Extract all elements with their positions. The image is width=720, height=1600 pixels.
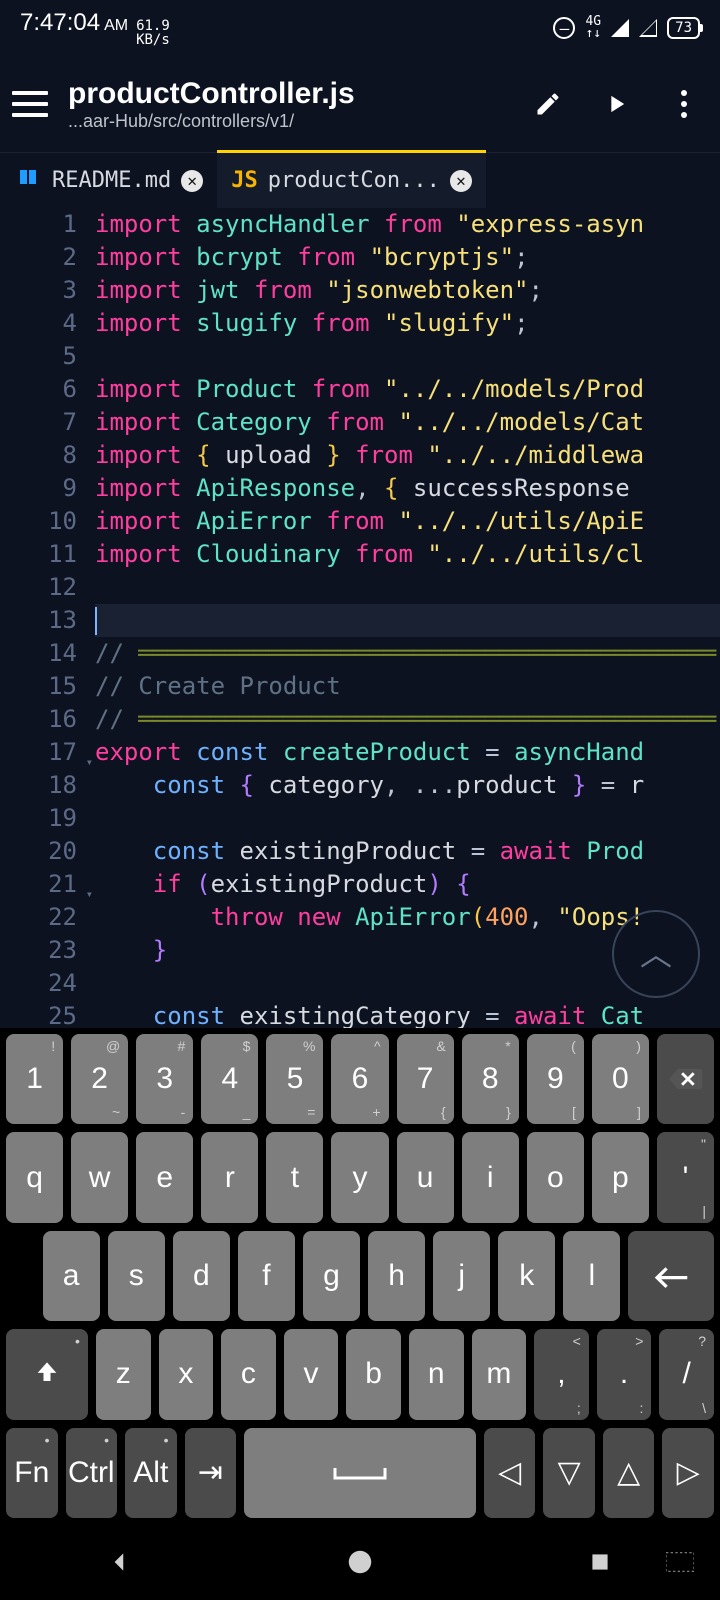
tab-readme[interactable]: README.md ✕: [0, 153, 217, 208]
key-z[interactable]: z: [96, 1329, 151, 1419]
tab-bar: README.md ✕ JS productCon... ✕: [0, 152, 720, 208]
key-tab[interactable]: ⇥: [185, 1428, 237, 1518]
key-2[interactable]: 2@~: [71, 1034, 128, 1124]
keyboard-switch-icon[interactable]: [660, 1542, 700, 1582]
code-editor[interactable]: 12345678910111213141516▾17181920▾2122232…: [0, 208, 720, 1028]
key-'[interactable]: '"|: [657, 1132, 714, 1222]
tab-label: README.md: [52, 168, 171, 193]
soft-keyboard: 1!2@~3#-4$_5%=6^+7&{8*}9([0)] qwertyuiop…: [0, 1028, 720, 1524]
file-path: ...aar-Hub/src/controllers/v1/: [68, 111, 504, 132]
clock: 7:47:04AM: [20, 9, 128, 37]
key-m[interactable]: m: [472, 1329, 527, 1419]
key-p[interactable]: p: [592, 1132, 649, 1222]
key-Alt[interactable]: Alt•: [125, 1428, 177, 1518]
file-title: productController.js: [68, 77, 504, 111]
key-3[interactable]: 3#-: [136, 1034, 193, 1124]
overflow-menu-button[interactable]: [660, 80, 708, 128]
key-r[interactable]: r: [201, 1132, 258, 1222]
key-u[interactable]: u: [397, 1132, 454, 1222]
key-d[interactable]: d: [173, 1231, 230, 1321]
key-o[interactable]: o: [527, 1132, 584, 1222]
battery-icon: 73: [667, 17, 700, 39]
key-1[interactable]: 1!: [6, 1034, 63, 1124]
code-area[interactable]: import asyncHandler from "express-asynim…: [95, 208, 720, 1028]
net-speed: 61.9KB/s: [136, 19, 170, 47]
gutter: 12345678910111213141516▾17181920▾2122232…: [0, 208, 95, 1028]
key-,[interactable]: ,<;: [534, 1329, 589, 1419]
signal-icon: [611, 19, 629, 37]
do-not-disturb-icon: —: [553, 17, 575, 39]
key-t[interactable]: t: [266, 1132, 323, 1222]
key-arrow-down[interactable]: ▽: [543, 1428, 595, 1518]
key-i[interactable]: i: [462, 1132, 519, 1222]
back-button[interactable]: [100, 1542, 140, 1582]
key-k[interactable]: k: [498, 1231, 555, 1321]
key-w[interactable]: w: [71, 1132, 128, 1222]
key-8[interactable]: 8*}: [462, 1034, 519, 1124]
app-header: productController.js ...aar-Hub/src/cont…: [0, 56, 720, 152]
key-a[interactable]: a: [43, 1231, 100, 1321]
key-x[interactable]: x: [159, 1329, 214, 1419]
close-icon[interactable]: ✕: [181, 170, 203, 192]
close-icon[interactable]: ✕: [450, 170, 472, 192]
key-arrow-right[interactable]: ▷: [662, 1428, 714, 1518]
book-icon: [14, 166, 42, 196]
menu-button[interactable]: [12, 91, 48, 117]
scroll-up-button[interactable]: ︿: [612, 910, 700, 998]
tab-label: productCon...: [268, 168, 440, 193]
key-6[interactable]: 6^+: [331, 1034, 388, 1124]
key-5[interactable]: 5%=: [266, 1034, 323, 1124]
key-j[interactable]: j: [433, 1231, 490, 1321]
key-q[interactable]: q: [6, 1132, 63, 1222]
key-f[interactable]: f: [238, 1231, 295, 1321]
key-space[interactable]: [244, 1428, 476, 1518]
home-button[interactable]: [340, 1542, 380, 1582]
key-y[interactable]: y: [331, 1132, 388, 1222]
recents-button[interactable]: [580, 1542, 620, 1582]
js-icon: JS: [231, 168, 258, 193]
key-s[interactable]: s: [108, 1231, 165, 1321]
key-arrow-up[interactable]: △: [603, 1428, 655, 1518]
key-.[interactable]: .>:: [597, 1329, 652, 1419]
key-/[interactable]: /?\: [659, 1329, 714, 1419]
key-Fn[interactable]: Fn•: [6, 1428, 58, 1518]
key-c[interactable]: c: [221, 1329, 276, 1419]
key-arrow-left[interactable]: ◁: [484, 1428, 536, 1518]
key-h[interactable]: h: [368, 1231, 425, 1321]
key-shift[interactable]: •: [6, 1329, 88, 1419]
network-type: 4G↑↓: [585, 16, 601, 40]
key-l[interactable]: l: [563, 1231, 620, 1321]
signal-icon-2: [639, 19, 657, 37]
key-g[interactable]: g: [303, 1231, 360, 1321]
status-bar: 7:47:04AM 61.9KB/s — 4G↑↓ 73: [0, 0, 720, 56]
key-b[interactable]: b: [346, 1329, 401, 1419]
tab-productcontroller[interactable]: JS productCon... ✕: [217, 153, 486, 208]
run-button[interactable]: [592, 80, 640, 128]
key-enter[interactable]: [628, 1231, 714, 1321]
key-Ctrl[interactable]: Ctrl•: [66, 1428, 118, 1518]
key-e[interactable]: e: [136, 1132, 193, 1222]
key-9[interactable]: 9([: [527, 1034, 584, 1124]
key-n[interactable]: n: [409, 1329, 464, 1419]
key-7[interactable]: 7&{: [397, 1034, 454, 1124]
edit-button[interactable]: [524, 80, 572, 128]
key-backspace[interactable]: [657, 1034, 714, 1124]
key-4[interactable]: 4$_: [201, 1034, 258, 1124]
key-0[interactable]: 0)]: [592, 1034, 649, 1124]
system-nav-bar: [0, 1524, 720, 1600]
key-v[interactable]: v: [284, 1329, 339, 1419]
